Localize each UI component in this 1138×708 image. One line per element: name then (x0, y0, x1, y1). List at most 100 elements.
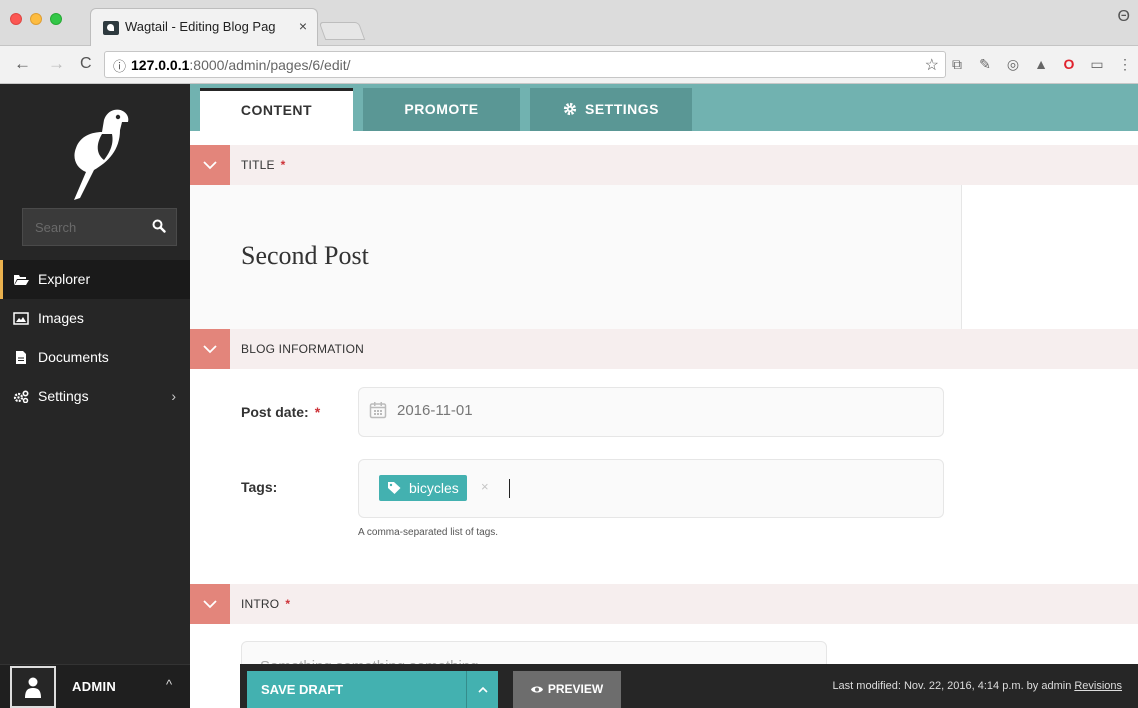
eye-icon (530, 686, 543, 693)
intro-section-header: INTRO * (190, 584, 1138, 624)
blog-information-section-header: BLOG INFORMATION (190, 329, 1138, 369)
tag-remove-icon[interactable]: × (481, 479, 489, 494)
chrome-menu-icon[interactable]: ⋮ (1118, 56, 1132, 73)
chevron-right-icon: › (171, 388, 176, 404)
cogs-icon (13, 390, 29, 403)
bookmark-star-icon[interactable]: ☆ (925, 55, 939, 75)
reload-icon[interactable]: C (80, 54, 92, 74)
sidebar-item-label: Explorer (38, 271, 91, 287)
admin-sidebar: Explorer Images Documents Set (0, 84, 190, 708)
title-input[interactable]: Second Post (241, 241, 369, 271)
footer-action-bar: SAVE DRAFT PREVIEW Last modified: Nov. 2… (240, 664, 1138, 708)
browser-tab[interactable]: Wagtail - Editing Blog Page: Se × (90, 8, 318, 46)
tags-label: Tags: (241, 479, 278, 495)
chevron-up-icon[interactable]: ^ (166, 677, 172, 692)
warning-triangle-icon[interactable]: ▲ (1034, 56, 1048, 73)
search-input[interactable] (23, 209, 143, 245)
chevron-down-icon (203, 161, 217, 170)
title-section-header: TITLE * (190, 145, 1138, 185)
tag-icon (388, 482, 401, 494)
browser-toolbar: ← → C ⓘ 127.0.0.1:8000/admin/pages/6/edi… (0, 46, 1138, 84)
required-marker: * (280, 158, 286, 172)
window-close-button[interactable] (10, 13, 22, 25)
calendar-icon (369, 402, 387, 419)
chevron-down-icon (203, 600, 217, 609)
intro-label-text: INTRO (241, 597, 280, 611)
sidebar-item-label: Images (38, 310, 84, 326)
title-field[interactable]: Second Post (190, 185, 962, 329)
extension-icons: ⧉ ✎ ◎ ▲ O ▭ ⋮ (950, 56, 1132, 73)
user-icon (25, 677, 41, 698)
sidebar-item-explorer[interactable]: Explorer (0, 260, 190, 299)
extension-puzzle-icon[interactable]: ▭ (1090, 56, 1104, 73)
cast-icon[interactable]: ⧉ (950, 56, 964, 73)
tab-promote[interactable]: PROMOTE (363, 88, 520, 131)
sidebar-search (22, 208, 177, 246)
required-marker: * (285, 597, 291, 611)
tab-close-icon[interactable]: × (299, 18, 307, 34)
section-label-title: TITLE * (241, 158, 286, 172)
back-arrow-icon[interactable]: ← (14, 54, 31, 74)
sidebar-item-images[interactable]: Images (0, 299, 190, 338)
sidebar-item-label: Settings (38, 388, 89, 404)
collapse-toggle-title[interactable] (190, 145, 230, 185)
title-label-text: TITLE (241, 158, 275, 172)
save-draft-button[interactable]: SAVE DRAFT (247, 671, 466, 708)
tag-chip[interactable]: bicycles (379, 475, 467, 501)
section-label-blog-information: BLOG INFORMATION (241, 342, 364, 356)
last-modified-text: Last modified: Nov. 22, 2016, 4:14 p.m. … (832, 680, 1072, 692)
sidebar-menu: Explorer Images Documents Settings › (0, 260, 190, 416)
chevron-up-icon (478, 687, 488, 693)
text-cursor (509, 479, 510, 498)
last-modified-status: Last modified: Nov. 22, 2016, 4:14 p.m. … (832, 680, 1122, 692)
post-date-label: Post date: * (241, 404, 320, 420)
image-icon (13, 312, 29, 325)
new-tab-button[interactable] (318, 22, 366, 40)
gear-icon (563, 102, 577, 116)
preview-button[interactable]: PREVIEW (513, 671, 621, 708)
document-icon (16, 351, 26, 364)
browser-tab-strip: Wagtail - Editing Blog Page: Se × Θ (0, 0, 1138, 46)
post-date-field[interactable]: 2016-11-01 (358, 387, 944, 437)
preview-label: PREVIEW (547, 682, 604, 696)
page-editor: CONTENT PROMOTE SETTINGS TITLE * Second P… (190, 84, 1138, 708)
profile-icon[interactable]: Θ (1118, 8, 1130, 26)
chevron-down-icon (203, 345, 217, 354)
url-path: :8000/admin/pages/6/edit/ (189, 57, 351, 73)
search-icon[interactable] (152, 219, 166, 233)
browser-tab-title: Wagtail - Editing Blog Page: Se (125, 19, 275, 34)
post-date-value[interactable]: 2016-11-01 (397, 402, 473, 419)
url-host: 127.0.0.1 (131, 57, 190, 73)
sidebar-item-label: Documents (38, 349, 109, 365)
section-label-intro: INTRO * (241, 597, 290, 611)
folder-open-icon (14, 275, 29, 285)
account-menu[interactable]: ADMIN ^ (0, 664, 190, 708)
tab-settings[interactable]: SETTINGS (530, 88, 692, 131)
tags-field[interactable]: bicycles × (358, 459, 944, 518)
avatar[interactable] (10, 666, 56, 708)
url-text[interactable]: 127.0.0.1:8000/admin/pages/6/edit/ (131, 57, 351, 73)
tab-settings-label: SETTINGS (584, 101, 659, 117)
info-icon[interactable]: ⓘ (113, 56, 126, 75)
collapse-toggle-blog-information[interactable] (190, 329, 230, 369)
camera-icon[interactable]: ◎ (1006, 56, 1020, 73)
revisions-link[interactable]: Revisions (1074, 680, 1122, 692)
tags-help-text: A comma-separated list of tags. (358, 527, 499, 538)
user-name[interactable]: ADMIN (72, 679, 116, 694)
eyedropper-icon[interactable]: ✎ (978, 56, 992, 73)
sidebar-item-documents[interactable]: Documents (0, 338, 190, 377)
wagtail-logo-icon[interactable] (62, 102, 132, 202)
window-minimize-button[interactable] (30, 13, 42, 25)
window-maximize-button[interactable] (50, 13, 62, 25)
required-marker: * (314, 404, 321, 420)
collapse-toggle-intro[interactable] (190, 584, 230, 624)
post-date-label-text: Post date: (241, 404, 309, 420)
tab-content[interactable]: CONTENT (200, 88, 353, 131)
more-actions-toggle[interactable] (466, 671, 498, 708)
opera-icon[interactable]: O (1062, 56, 1076, 73)
address-bar[interactable]: ⓘ 127.0.0.1:8000/admin/pages/6/edit/ ☆ (104, 51, 946, 78)
editor-tabs: CONTENT PROMOTE SETTINGS (190, 84, 1138, 131)
sidebar-item-settings[interactable]: Settings › (0, 377, 190, 416)
tag-chip-label: bicycles (409, 480, 459, 496)
forward-arrow-icon[interactable]: → (48, 54, 65, 74)
